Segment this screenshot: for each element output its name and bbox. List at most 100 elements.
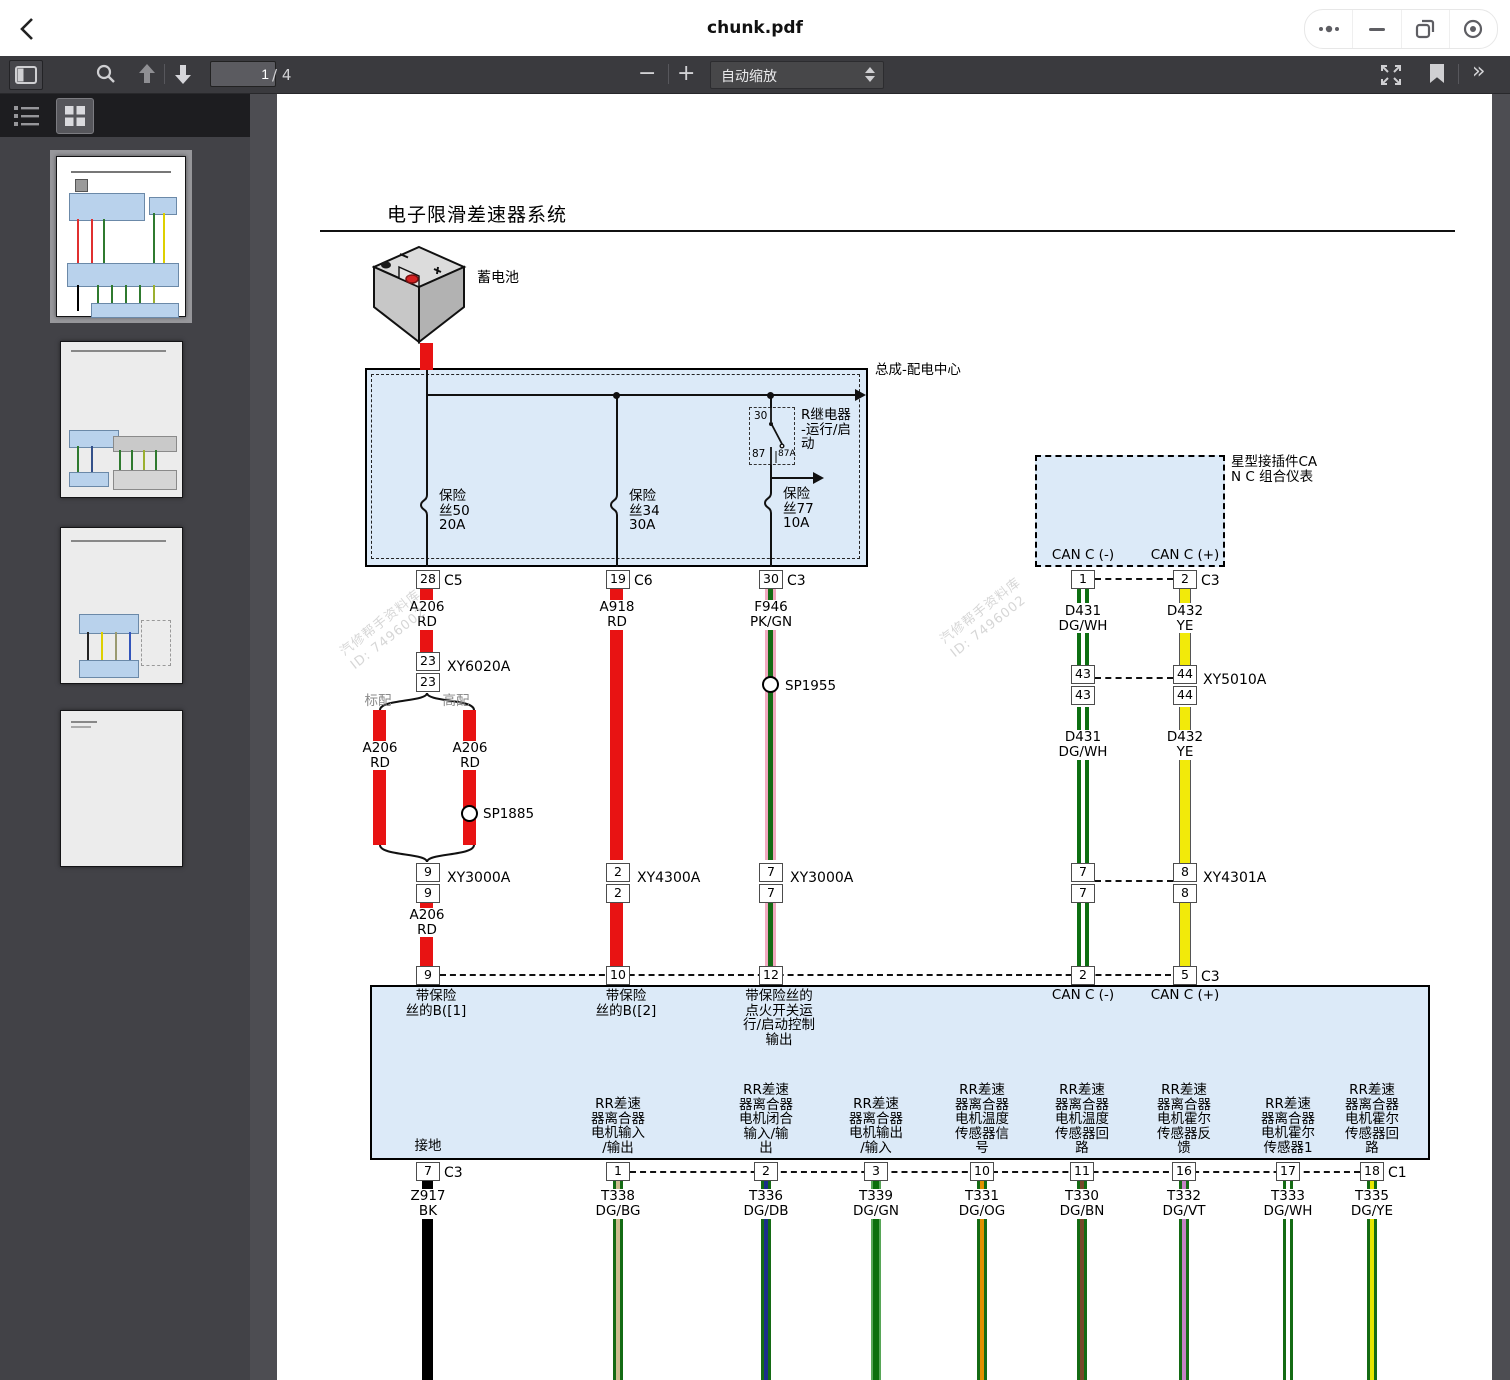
more-button[interactable] — [1305, 10, 1353, 48]
wire-f946-lower — [765, 903, 776, 966]
zoom-mode-select[interactable]: 自动缩放 — [710, 61, 884, 89]
module-label-hall-feedback: RR差速 器离合器 电机霍尔 传感器反 馈 — [1157, 1083, 1211, 1156]
connector-xy5010a-name: XY5010A — [1203, 672, 1266, 688]
bookmark-icon[interactable] — [1430, 64, 1444, 83]
arrow-down-icon — [172, 62, 194, 86]
zoom-mode-value: 自动缩放 — [721, 66, 777, 86]
connector-xy3000a-pin7-bottom: 7 — [759, 884, 783, 903]
pdc-label: 总成-配电中心 — [875, 363, 961, 378]
module-top-pin-9: 9 — [416, 966, 440, 985]
star-can-pos-label: CAN C (+) — [1151, 548, 1220, 563]
connector-xy6020a-pin-bottom: 23 — [416, 673, 440, 692]
connector-xy6020a-pin-top: 23 — [416, 652, 440, 671]
fuse-50-label: 保险 丝50 20A — [439, 489, 470, 533]
fuse-77-label: 保险 丝77 10A — [783, 487, 814, 531]
module-ground-label: 接地 — [415, 1139, 442, 1154]
module-bottom-pin-1: 1 — [606, 1162, 630, 1181]
star-connector-c3-label: C3 — [1201, 573, 1220, 589]
watermark: 汽修帮手资料库ID: 7496002 — [937, 574, 1035, 661]
module-label-motor-oi: RR差速 器离合器 电机输出 /输入 — [849, 1097, 903, 1155]
connector-xy3000a-name: XY3000A — [447, 870, 510, 886]
module-top-pin-10: 10 — [606, 966, 630, 985]
connector-xy5010a-pin43-top: 43 — [1071, 665, 1095, 684]
outline-view-button[interactable] — [12, 103, 42, 133]
minimize-button[interactable] — [1353, 10, 1401, 48]
pdf-page: 电子限滑差速器系统 汽修帮手资料库ID: 7496002 汽修帮手资料库ID: … — [277, 93, 1492, 1380]
connector-xy3000a-pin7-top: 7 — [759, 863, 783, 882]
diagram-title: 电子限滑差速器系统 — [387, 200, 567, 227]
record-target-icon — [1461, 17, 1485, 41]
splice-sp1955-icon — [762, 676, 779, 693]
connector-xy5010a-pin43-bottom: 43 — [1071, 686, 1095, 705]
connector-xy4301a-pin7-top: 7 — [1071, 863, 1095, 882]
relay-terminal-30: 30 — [754, 411, 767, 422]
zoom-in-button[interactable]: + — [677, 61, 695, 86]
page-number-input[interactable] — [210, 61, 276, 87]
module-bottom-pin-dash — [630, 1171, 1360, 1173]
page-total-label: / 4 — [272, 66, 291, 84]
battery-icon — [372, 245, 467, 345]
connector-xy4301a-pin8-top: 8 — [1173, 863, 1197, 882]
fullscreen-expand-icon — [1378, 62, 1404, 88]
connector-xy3000a-pin9-bottom: 9 — [416, 884, 440, 903]
module-label-temp-signal: RR差速 器离合器 电机温度 传感器信 号 — [955, 1083, 1009, 1156]
spinner-down-icon — [865, 76, 875, 82]
connector-xy3000a-pin9-top: 9 — [416, 863, 440, 882]
page-thumbnail-4[interactable] — [60, 710, 183, 867]
pin-30: 30 — [759, 570, 783, 589]
search-icon — [94, 62, 118, 86]
sidebar-view-switcher — [0, 93, 250, 137]
spinner-up-icon — [865, 67, 875, 73]
fuse-34-label: 保险 丝34 30A — [629, 489, 660, 533]
arrow-up-icon — [136, 62, 158, 86]
module-top-pin-dash — [440, 974, 1171, 976]
battery-feed-wire — [420, 343, 433, 370]
module-label-ignition: 带保险丝的 点火开关运 行/启动控制 输出 — [743, 989, 815, 1047]
module-bottom-pin-3: 3 — [864, 1162, 888, 1181]
module-bottom-pin-10: 10 — [970, 1162, 994, 1181]
more-dots-icon — [1315, 17, 1343, 41]
previous-page-button[interactable] — [136, 62, 158, 90]
pdc-bus-line — [427, 394, 857, 396]
window-controls-capsule — [1304, 9, 1498, 49]
module-bottom-pin-17: 17 — [1276, 1162, 1300, 1181]
module-bottom-pin-11: 11 — [1070, 1162, 1094, 1181]
module-bottom-conn-c3-label: C3 — [444, 1165, 463, 1181]
module-label-b1: 带保险 丝的B([1] — [406, 989, 467, 1018]
restore-button[interactable] — [1402, 10, 1450, 48]
next-page-button[interactable] — [172, 62, 194, 90]
module-label-motor-io: RR差速 器离合器 电机输入 /输出 — [591, 1097, 645, 1155]
connector-c3-label: C3 — [787, 573, 806, 589]
star-connector-label: 星型接插件CA N C 组合仪表 — [1231, 455, 1317, 484]
module-bottom-pin-16: 16 — [1172, 1162, 1196, 1181]
connector-xy4301a-pin8-bottom: 8 — [1173, 884, 1197, 903]
page-thumbnail-2[interactable] — [60, 341, 183, 498]
splice-sp1955-label: SP1955 — [785, 679, 836, 694]
relay-terminal-87a: 87A — [778, 449, 796, 460]
splice-sp1885-label: SP1885 — [483, 807, 534, 822]
module-label-hall-1: RR差速 器离合器 电机霍尔 传感器1 — [1261, 1097, 1315, 1155]
battery-label: 蓄电池 — [477, 271, 519, 286]
zoom-out-button[interactable]: − — [638, 61, 656, 86]
page-thumbnail-3[interactable] — [60, 527, 183, 684]
connector-xy4300a-name: XY4300A — [637, 870, 700, 886]
module-bottom-pin-7: 7 — [416, 1162, 440, 1181]
relay-terminal-87: 87 — [752, 449, 765, 460]
page-thumbnail-1[interactable] — [50, 150, 192, 323]
app-header: chunk.pdf — [0, 0, 1510, 56]
record-target-button[interactable] — [1450, 10, 1497, 48]
connector-xy4300a-pin-bottom: 2 — [606, 884, 630, 903]
module-label-motor-close: RR差速 器离合器 电机闭合 输入/输 出 — [739, 1083, 793, 1156]
star-pin-2: 2 — [1173, 570, 1197, 589]
thumbnails-view-button[interactable] — [56, 98, 94, 134]
search-button[interactable] — [94, 62, 118, 90]
module-label-hall-return: RR差速 器离合器 电机霍尔 传感器回 路 — [1345, 1083, 1399, 1156]
fuse-symbol — [763, 488, 779, 518]
thumbnails-grid-icon — [65, 106, 85, 126]
sidebar-toggle-button[interactable] — [9, 60, 43, 90]
presentation-mode-button[interactable] — [1378, 62, 1404, 92]
pin-28: 28 — [416, 570, 440, 589]
more-tools-button[interactable]: » — [1472, 59, 1483, 84]
module-label-can-pos: CAN C (+) — [1151, 988, 1220, 1003]
document-title: chunk.pdf — [0, 0, 1510, 56]
